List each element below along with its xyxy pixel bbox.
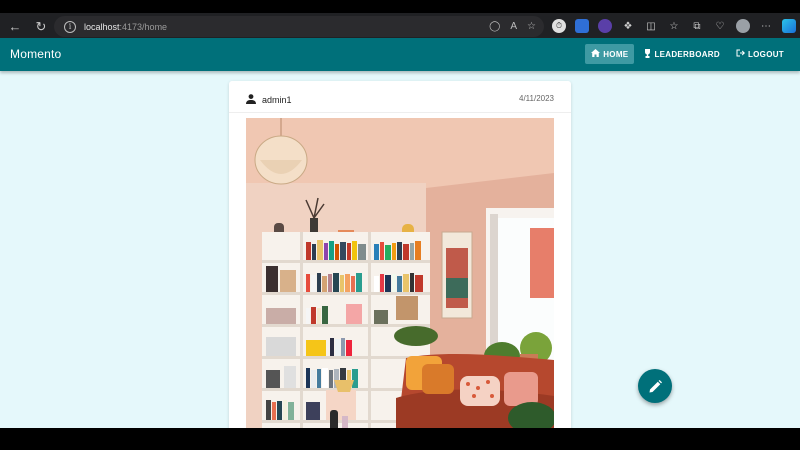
more-icon[interactable]: ⋯ <box>759 19 773 33</box>
trophy-icon <box>644 48 651 60</box>
address-bar[interactable]: i localhost:4173/home ◯ A ☆ <box>54 16 544 37</box>
nav-home-label: HOME <box>603 49 629 59</box>
nav-logout-button[interactable]: LOGOUT <box>730 44 790 64</box>
url-host: localhost <box>84 21 120 32</box>
collections-icon[interactable]: ⧉ <box>690 19 704 33</box>
nav-leaderboard-button[interactable]: LEADERBOARD <box>638 44 726 64</box>
nav-leaderboard-label: LEADERBOARD <box>654 49 720 59</box>
browser-toolbar: ← ↻ i localhost:4173/home ◯ A ☆ ⏱ ❖ ◫ ☆ … <box>0 13 800 40</box>
extensions-icon[interactable]: ❖ <box>621 19 635 33</box>
favorite-icon[interactable]: ☆ <box>527 20 536 33</box>
url-path: :4173/home <box>119 21 168 32</box>
home-icon <box>591 49 601 59</box>
info-icon[interactable]: i <box>64 20 76 33</box>
nav-home-button[interactable]: HOME <box>585 44 635 64</box>
app-bar: Momento HOME LEADERBOARD LOGOUT <box>0 38 800 71</box>
post-photo[interactable] <box>246 118 554 428</box>
heart-icon[interactable]: ♡ <box>713 19 727 33</box>
post-card: admin1 4/11/2023 <box>229 81 571 428</box>
nav-menu: HOME LEADERBOARD LOGOUT <box>585 44 790 64</box>
screen: ← ↻ i localhost:4173/home ◯ A ☆ ⏱ ❖ ◫ ☆ … <box>0 0 800 450</box>
living-room-illustration <box>246 118 554 428</box>
refresh-icon[interactable]: ↻ <box>30 16 52 38</box>
read-aloud-icon[interactable]: ◯ <box>489 20 500 33</box>
split-screen-icon[interactable]: ◫ <box>644 19 658 33</box>
card-divider <box>229 112 571 113</box>
brand-title[interactable]: Momento <box>10 47 61 61</box>
favorites-bar-icon[interactable]: ☆ <box>667 19 681 33</box>
wallet-extension-icon[interactable] <box>598 19 612 33</box>
post-date: 4/11/2023 <box>519 94 554 103</box>
nav-logout-label: LOGOUT <box>747 49 784 59</box>
back-icon[interactable]: ← <box>4 16 26 38</box>
post-header: admin1 4/11/2023 <box>229 81 571 111</box>
user-icon <box>246 94 256 104</box>
text-size-icon[interactable]: A <box>510 20 517 33</box>
app-page: Momento HOME LEADERBOARD LOGOUT admin1 4… <box>0 38 800 428</box>
briefcase-extension-icon[interactable] <box>575 19 589 33</box>
profile-avatar[interactable] <box>736 19 750 33</box>
edge-copilot-icon[interactable] <box>782 19 796 33</box>
logout-icon <box>736 49 745 59</box>
pencil-icon <box>649 379 662 392</box>
post-username[interactable]: admin1 <box>262 95 292 105</box>
create-post-button[interactable] <box>638 369 672 403</box>
clock-extension-icon[interactable]: ⏱ <box>552 19 566 33</box>
